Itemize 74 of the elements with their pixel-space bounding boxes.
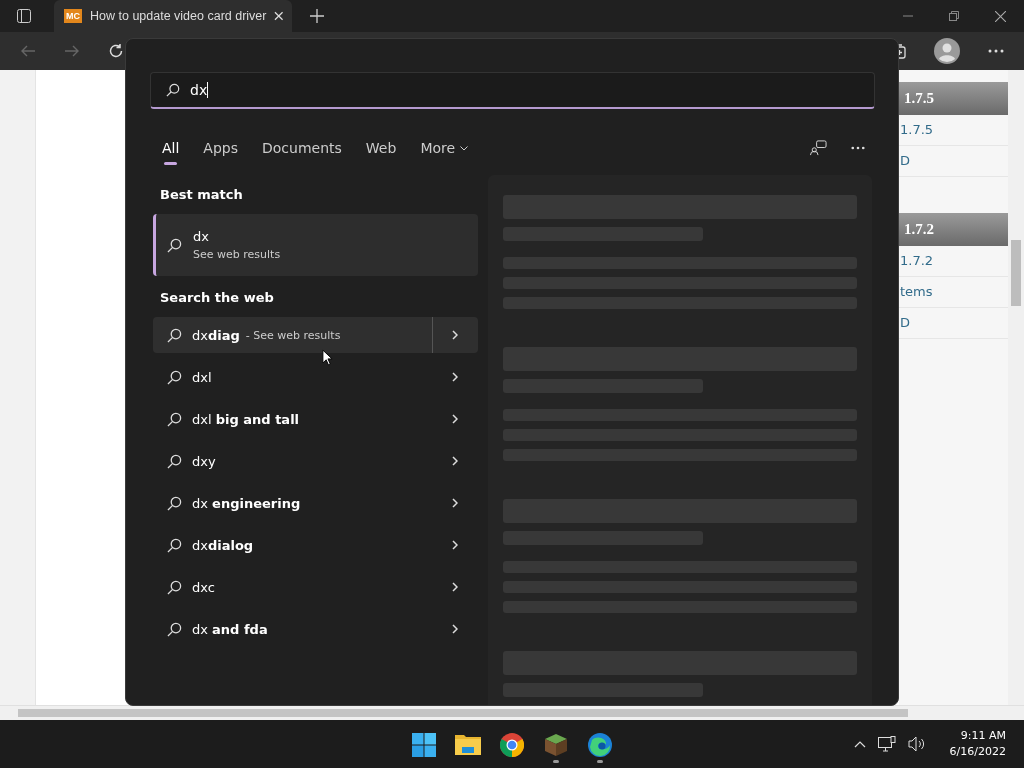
suggestion-item[interactable]: dx and fda	[153, 611, 433, 647]
search-icon	[167, 327, 182, 343]
result-subtitle: See web results	[193, 248, 281, 261]
tab-actions-icon[interactable]	[16, 8, 32, 24]
suggestion-text: dxdiag	[192, 327, 240, 343]
suggestion-text: dxy	[192, 453, 216, 469]
chevron-right-icon[interactable]	[452, 456, 458, 466]
filter-tab[interactable]: Documents	[262, 131, 342, 165]
suggestion-item[interactable]: dx engineering	[153, 485, 433, 521]
new-tab-icon[interactable]	[310, 9, 324, 23]
network-icon[interactable]	[877, 736, 896, 752]
suggestion-text: dxdialog	[192, 537, 254, 553]
suggestion-text: dx and fda	[192, 621, 268, 637]
suggestion-hint: - See web results	[245, 328, 341, 342]
filter-tab[interactable]: More	[420, 131, 469, 165]
chevron-up-icon[interactable]	[853, 740, 866, 748]
browser-icon[interactable]	[500, 732, 524, 757]
suggestion-item[interactable]: dxy	[153, 443, 433, 479]
volume-icon[interactable]	[907, 736, 926, 752]
chevron-right-icon[interactable]	[452, 624, 458, 634]
section-heading: Search the web	[159, 289, 275, 307]
search-icon	[167, 237, 182, 253]
browser-tab[interactable]: MC How to update video card driver	[54, 0, 292, 32]
suggestion-text: dxl	[192, 369, 212, 385]
search-icon	[167, 453, 182, 469]
search-icon	[167, 369, 182, 385]
suggestion-item[interactable]: dxl big and tall	[153, 401, 433, 437]
grass-block-icon[interactable]	[544, 732, 568, 757]
search-icon	[167, 495, 182, 511]
section-heading: 1.7.2	[899, 213, 1008, 246]
search-icon	[167, 537, 182, 553]
chevron-right-icon[interactable]	[452, 582, 458, 592]
filter-tab[interactable]: Web	[365, 131, 397, 165]
chevron-right-icon[interactable]	[452, 330, 458, 340]
search-icon	[167, 411, 182, 427]
edge-browser-icon[interactable]	[588, 732, 612, 757]
suggestion-item[interactable]: dxl	[153, 359, 433, 395]
suggestion-item[interactable]: dxc	[153, 569, 433, 605]
suggestion-text: dxl big and tall	[192, 411, 300, 427]
section-heading: 1.7.5	[899, 82, 1008, 115]
mouse-cursor-icon	[322, 349, 333, 366]
windows-logo-icon[interactable]	[412, 732, 436, 757]
profile-avatar-icon[interactable]	[934, 38, 960, 64]
filter-tab[interactable]: Apps	[203, 131, 238, 165]
best-match-item[interactable]: dx See web results	[153, 214, 478, 276]
more-icon[interactable]	[851, 146, 865, 150]
suggestion-item[interactable]: dxdialog	[153, 527, 433, 563]
search-icon	[167, 621, 182, 637]
suggestion-text: dx engineering	[192, 495, 301, 511]
account-icon[interactable]	[810, 140, 827, 156]
forward-icon[interactable]	[64, 43, 80, 59]
chevron-right-icon[interactable]	[452, 372, 458, 382]
chevron-right-icon[interactable]	[452, 414, 458, 424]
horizontal-scrollbar[interactable]	[0, 705, 1024, 720]
search-field[interactable]: dx	[150, 72, 875, 109]
search-icon	[167, 579, 182, 595]
clock[interactable]: 9:11 AM 6/16/2022	[949, 728, 1006, 760]
result-title: dx	[193, 229, 210, 244]
more-icon[interactable]	[988, 49, 1004, 53]
refresh-icon[interactable]	[108, 43, 124, 59]
vertical-scrollbar[interactable]	[1008, 70, 1024, 705]
search-icon	[166, 83, 180, 97]
suggestion-text: dxc	[192, 579, 215, 595]
chevron-down-icon	[460, 145, 469, 151]
tab-title: How to update video card driver	[90, 9, 267, 23]
back-icon[interactable]	[20, 43, 36, 59]
site-favicon: MC	[64, 9, 82, 23]
restore-icon[interactable]	[949, 11, 959, 21]
folder-icon[interactable]	[455, 732, 481, 755]
chevron-right-icon[interactable]	[452, 498, 458, 508]
chevron-right-icon[interactable]	[452, 540, 458, 550]
close-icon[interactable]	[995, 10, 1006, 22]
filter-tab[interactable]: All	[162, 131, 180, 165]
section-heading: Best match	[159, 186, 244, 204]
